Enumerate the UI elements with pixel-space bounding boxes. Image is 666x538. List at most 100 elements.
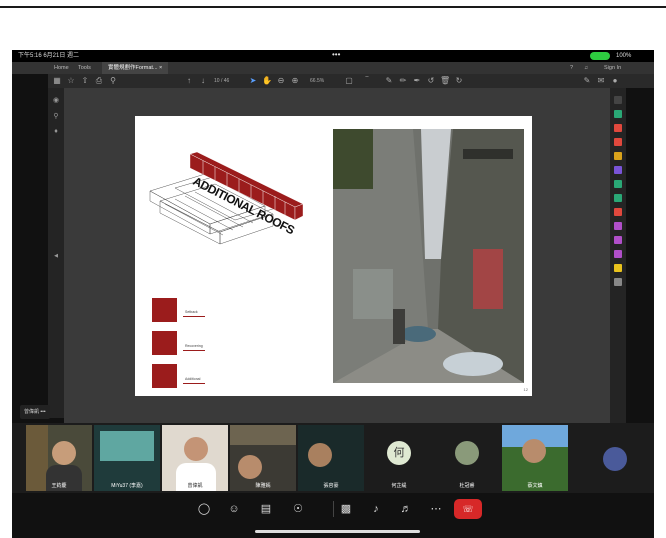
left-corner: [12, 62, 48, 74]
chat-icon[interactable]: ◯: [196, 501, 212, 517]
alley-photo: [333, 129, 524, 383]
participant-face: [184, 437, 208, 461]
hand-icon[interactable]: ✋: [262, 76, 272, 86]
organize-pages-icon[interactable]: [614, 180, 622, 188]
right-panel-edge: [626, 88, 654, 423]
fit-page-icon[interactable]: ▢: [344, 76, 354, 86]
redact-icon[interactable]: [614, 208, 622, 216]
combine-files-icon[interactable]: [614, 166, 622, 174]
sign-icon[interactable]: ✒: [412, 76, 422, 86]
tab-bar: Home Tools 實體規劃作Format... × ? ♫ Sign In: [48, 62, 654, 74]
trash-icon[interactable]: 🗑: [440, 76, 450, 86]
document-canvas: ADDITIONAL ROOFS Setback Recovering Addi…: [64, 88, 653, 423]
participant-tile[interactable]: 陳雅嫣: [230, 425, 296, 491]
text-select-icon[interactable]: ‾: [362, 76, 372, 86]
mail-icon[interactable]: ✉: [596, 76, 606, 86]
battery-level: 100%: [616, 53, 632, 59]
participant-photo-avatar: [603, 447, 627, 471]
page-number: 12: [523, 387, 528, 392]
undo-icon[interactable]: ↺: [426, 76, 436, 86]
ipad-screen: 下午5:16 6月21日 週二 ••• 100% Home Tools 實體規劃…: [12, 50, 654, 538]
legend-additional-swatch: [152, 364, 177, 388]
people-icon[interactable]: ☺: [226, 501, 242, 517]
zoom-level[interactable]: 66.5%: [310, 76, 324, 86]
create-pdf-icon[interactable]: [614, 124, 622, 132]
layers-icon[interactable]: ♦: [51, 128, 61, 138]
collapse-left-icon[interactable]: ◀: [51, 253, 61, 263]
export-pdf-icon[interactable]: [614, 110, 622, 118]
speaker-icon[interactable]: ♬: [398, 501, 414, 517]
participants-strip: 王鈞慶 MiYu37 (李嘉) 曾偉凱 陳雅嫣 張容豪 何 何芷緹 杜冠睿 蔡文…: [12, 423, 654, 493]
tab-document-label: 實體規劃作Format...: [108, 65, 158, 71]
edit-icon[interactable]: ✎: [582, 76, 592, 86]
participant-photo-avatar: [455, 441, 479, 465]
fill-sign-icon[interactable]: [614, 236, 622, 244]
stamp-icon[interactable]: [614, 264, 622, 272]
tab-tools[interactable]: Tools: [78, 62, 91, 74]
participant-tile[interactable]: 蔡文鎮: [502, 425, 568, 491]
participant-tile[interactable]: MiYu37 (李嘉): [94, 425, 160, 491]
tooltip-more-icon[interactable]: •••: [40, 409, 45, 415]
legend-recovering-line: [183, 350, 205, 351]
call-indicator-icon[interactable]: [590, 52, 610, 60]
pen-icon[interactable]: ✏: [398, 76, 408, 86]
upload-icon[interactable]: ⇧: [80, 76, 90, 86]
participant-tile[interactable]: 王鈞慶: [26, 425, 92, 491]
participant-face: [52, 441, 76, 465]
bell-icon[interactable]: ♫: [584, 62, 588, 74]
participant-face: [522, 439, 546, 463]
video-off-icon[interactable]: ▩: [338, 501, 354, 517]
page-indicator[interactable]: 10 / 46: [214, 76, 229, 86]
status-bar: 下午5:16 6月21日 週二 ••• 100%: [12, 50, 654, 62]
call-controls: ◯ ☺ ▤ ☉ ▩ ♪ ♬ ⋯ ☏: [12, 493, 654, 538]
comment-icon[interactable]: ✎: [384, 76, 394, 86]
mic-off-icon[interactable]: ♪: [368, 501, 384, 517]
pdf-page: ADDITIONAL ROOFS Setback Recovering Addi…: [135, 116, 532, 396]
star-icon[interactable]: ☆: [66, 76, 76, 86]
pdf-toolbar: ▦ ☆ ⇧ ⎙ ⚲ ↑ ↓ 10 / 46 ➤ ✋ ⊖ ⊕ 66.5% ▢ ‾ …: [48, 74, 654, 88]
participant-tooltip[interactable]: 曾偉凱 •••: [20, 405, 50, 419]
participant-name: 陳雅嫣: [255, 483, 271, 489]
scan-icon[interactable]: [614, 194, 622, 202]
participant-tile[interactable]: 曾偉凱: [162, 425, 228, 491]
sign-in-link[interactable]: Sign In: [604, 62, 621, 74]
zoom-tool-icon[interactable]: [614, 96, 622, 104]
protect-icon[interactable]: [614, 222, 622, 230]
participant-face: [308, 443, 332, 467]
comment-rail-icon[interactable]: ◉: [51, 96, 61, 106]
next-page-icon[interactable]: ↓: [198, 76, 208, 86]
legend-additional-line: [183, 383, 205, 384]
tooltip-name: 曾偉凱: [24, 409, 40, 415]
effects-icon[interactable]: ☉: [290, 501, 306, 517]
account-icon[interactable]: ●: [610, 76, 620, 86]
send-review-icon[interactable]: [614, 250, 622, 258]
page-thumbnails-icon[interactable]: ▦: [52, 76, 62, 86]
more-icon[interactable]: ⋯: [428, 501, 444, 517]
search-icon[interactable]: ⚲: [108, 76, 118, 86]
attachment-icon[interactable]: ⚲: [51, 112, 61, 122]
multitask-dots[interactable]: •••: [332, 49, 340, 61]
zoom-in-icon[interactable]: ⊕: [290, 76, 300, 86]
participant-name: 杜冠睿: [459, 483, 475, 489]
tab-document[interactable]: 實體規劃作Format... ×: [102, 62, 169, 74]
end-call-button[interactable]: ☏: [454, 499, 482, 519]
prev-page-icon[interactable]: ↑: [184, 76, 194, 86]
share-screen-icon[interactable]: ▤: [258, 501, 274, 517]
print-icon[interactable]: ⎙: [94, 76, 104, 86]
comment-tool-icon[interactable]: [614, 152, 622, 160]
cursor-icon[interactable]: ➤: [248, 76, 258, 86]
zoom-out-icon[interactable]: ⊖: [276, 76, 286, 86]
more-tools-icon[interactable]: [614, 278, 622, 286]
home-indicator[interactable]: [255, 530, 420, 533]
participant-tile[interactable]: [570, 425, 636, 491]
help-icon[interactable]: ?: [570, 62, 573, 74]
tab-home[interactable]: Home: [54, 62, 69, 74]
redo-icon[interactable]: ↻: [454, 76, 464, 86]
close-tab-icon[interactable]: ×: [159, 65, 162, 71]
participant-name: MiYu37 (李嘉): [111, 483, 143, 489]
participant-tile[interactable]: 何 何芷緹: [366, 425, 432, 491]
participant-tile[interactable]: 杜冠睿: [434, 425, 500, 491]
participant-tile[interactable]: 張容豪: [298, 425, 364, 491]
legend-setback-label: Setback: [185, 310, 198, 314]
edit-pdf-icon[interactable]: [614, 138, 622, 146]
